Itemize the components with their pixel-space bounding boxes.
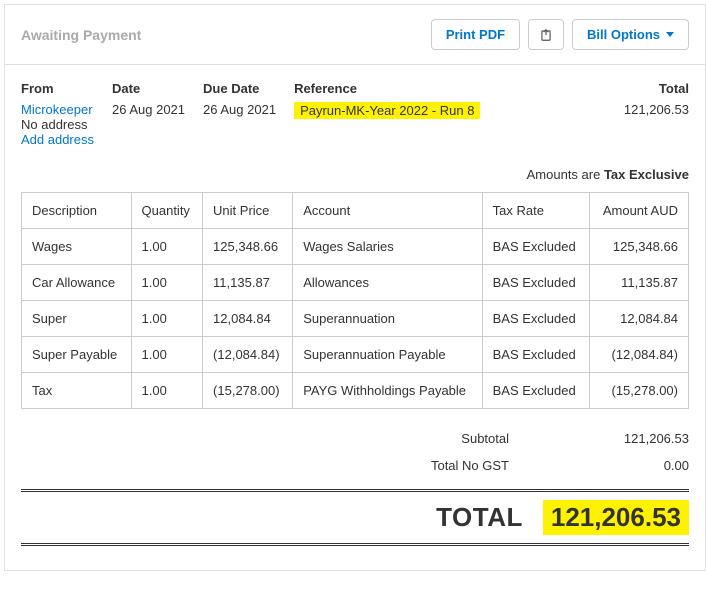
cell-quantity: 1.00	[131, 337, 203, 373]
cell-account: Superannuation Payable	[293, 337, 482, 373]
col-unit-price: Unit Price	[203, 193, 293, 229]
total-value: 121,206.53	[624, 102, 689, 117]
line-items-wrap: Description Quantity Unit Price Account …	[5, 192, 705, 409]
table-row: Car Allowance1.0011,135.87AllowancesBAS …	[22, 265, 689, 301]
nogst-value: 0.00	[549, 458, 689, 473]
tax-note-mode: Tax Exclusive	[604, 167, 689, 182]
subtotal-value: 121,206.53	[549, 431, 689, 446]
table-header-row: Description Quantity Unit Price Account …	[22, 193, 689, 229]
status-label: Awaiting Payment	[21, 27, 141, 43]
cell-account: PAYG Withholdings Payable	[293, 373, 482, 409]
col-account: Account	[293, 193, 482, 229]
cell-quantity: 1.00	[131, 373, 203, 409]
grand-total-label: TOTAL	[436, 502, 523, 533]
cell-description: Car Allowance	[22, 265, 132, 301]
cell-unit_price: 125,348.66	[203, 229, 293, 265]
cell-account: Allowances	[293, 265, 482, 301]
col-description: Description	[22, 193, 132, 229]
contact-link[interactable]: Microkeeper	[21, 102, 94, 117]
cell-amount: 12,084.84	[589, 301, 688, 337]
cell-account: Wages Salaries	[293, 229, 482, 265]
meta-due: Due Date 26 Aug 2021	[203, 81, 276, 147]
share-button[interactable]	[528, 19, 564, 50]
cell-amount: (12,084.84)	[589, 337, 688, 373]
nogst-label: Total No GST	[349, 458, 509, 473]
bill-meta: From Microkeeper No address Add address …	[5, 65, 705, 163]
meta-total: Total 121,206.53	[624, 81, 689, 147]
cell-account: Superannuation	[293, 301, 482, 337]
table-row: Super Payable1.00(12,084.84)Superannuati…	[22, 337, 689, 373]
cell-tax_rate: BAS Excluded	[482, 373, 589, 409]
cell-unit_price: 11,135.87	[203, 265, 293, 301]
cell-unit_price: (12,084.84)	[203, 337, 293, 373]
cell-quantity: 1.00	[131, 301, 203, 337]
tax-note: Amounts are Tax Exclusive	[5, 163, 705, 192]
meta-reference: Reference Payrun-MK-Year 2022 - Run 8	[294, 81, 480, 147]
header-actions: Print PDF Bill Options	[431, 19, 689, 50]
cell-description: Super	[22, 301, 132, 337]
bill-options-label: Bill Options	[587, 27, 660, 42]
from-label: From	[21, 81, 94, 96]
caret-down-icon	[666, 32, 674, 37]
totals-section: Subtotal 121,206.53 Total No GST 0.00 TO…	[5, 409, 705, 570]
reference-label: Reference	[294, 81, 480, 96]
grand-total-row: TOTAL 121,206.53	[21, 489, 689, 546]
cell-amount: 125,348.66	[589, 229, 688, 265]
line-items-table: Description Quantity Unit Price Account …	[21, 192, 689, 409]
print-pdf-label: Print PDF	[446, 27, 505, 42]
cell-tax_rate: BAS Excluded	[482, 337, 589, 373]
cell-tax_rate: BAS Excluded	[482, 301, 589, 337]
cell-description: Tax	[22, 373, 132, 409]
print-pdf-button[interactable]: Print PDF	[431, 19, 520, 50]
cell-amount: (15,278.00)	[589, 373, 688, 409]
cell-description: Super Payable	[22, 337, 132, 373]
header-bar: Awaiting Payment Print PDF Bill Options	[5, 5, 705, 65]
grand-total-value: 121,206.53	[543, 500, 689, 535]
tax-note-prefix: Amounts are	[527, 167, 604, 182]
total-label: Total	[624, 81, 689, 96]
nogst-row: Total No GST 0.00	[21, 452, 689, 479]
cell-tax_rate: BAS Excluded	[482, 229, 589, 265]
subtotal-row: Subtotal 121,206.53	[21, 425, 689, 452]
table-row: Super1.0012,084.84SuperannuationBAS Excl…	[22, 301, 689, 337]
cell-description: Wages	[22, 229, 132, 265]
from-address: No address	[21, 117, 94, 132]
subtotal-label: Subtotal	[349, 431, 509, 446]
date-label: Date	[112, 81, 185, 96]
date-value: 26 Aug 2021	[112, 102, 185, 117]
cell-unit_price: 12,084.84	[203, 301, 293, 337]
cell-unit_price: (15,278.00)	[203, 373, 293, 409]
due-label: Due Date	[203, 81, 276, 96]
col-quantity: Quantity	[131, 193, 203, 229]
table-row: Wages1.00125,348.66Wages SalariesBAS Exc…	[22, 229, 689, 265]
meta-from: From Microkeeper No address Add address	[21, 81, 94, 147]
col-amount: Amount AUD	[589, 193, 688, 229]
reference-value: Payrun-MK-Year 2022 - Run 8	[294, 102, 480, 119]
bill-panel: Awaiting Payment Print PDF Bill Options …	[4, 4, 706, 571]
table-row: Tax1.00(15,278.00)PAYG Withholdings Paya…	[22, 373, 689, 409]
share-icon	[539, 28, 553, 42]
due-value: 26 Aug 2021	[203, 102, 276, 117]
cell-tax_rate: BAS Excluded	[482, 265, 589, 301]
meta-date: Date 26 Aug 2021	[112, 81, 185, 147]
bill-options-button[interactable]: Bill Options	[572, 19, 689, 50]
cell-amount: 11,135.87	[589, 265, 688, 301]
cell-quantity: 1.00	[131, 229, 203, 265]
add-address-link[interactable]: Add address	[21, 132, 94, 147]
cell-quantity: 1.00	[131, 265, 203, 301]
col-tax-rate: Tax Rate	[482, 193, 589, 229]
